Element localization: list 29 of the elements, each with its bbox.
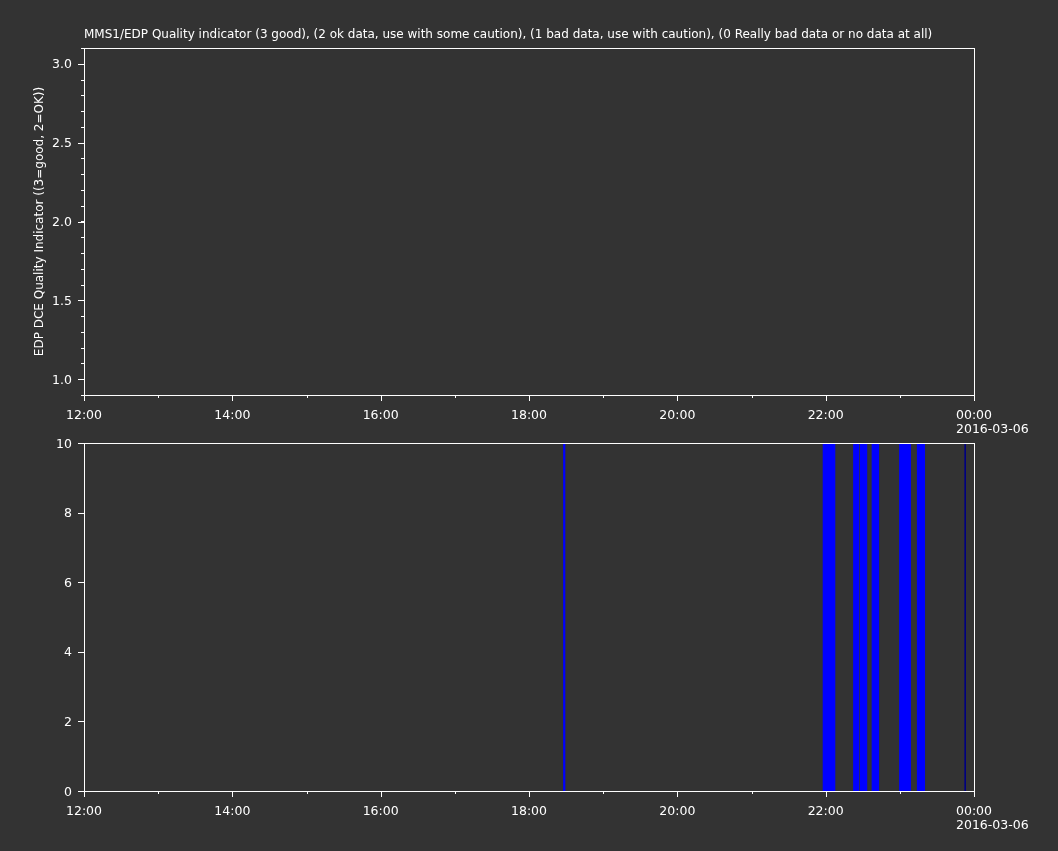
x-tick-label: 12:00 — [66, 803, 102, 818]
x-tick-label: 18:00 — [511, 803, 547, 818]
y-tick-label: 10 — [56, 435, 72, 451]
y-tick-label: 4 — [64, 644, 72, 660]
x-tick-label: 20:00 — [659, 803, 696, 818]
x-tick-label: 14:00 — [214, 803, 251, 818]
x-tick-label: 22:00 — [807, 407, 844, 422]
y-tick-label: 2 — [64, 713, 72, 729]
x-tick-label: 14:00 — [214, 407, 251, 422]
y-axis-label: EDP DCE Quality Indicator ((3=good, 2=OK)) — [32, 86, 46, 357]
x-tick-label: 16:00 — [362, 803, 399, 818]
y-tick-label: 3.0 — [52, 56, 72, 72]
x-tick-label: 20:00 — [659, 407, 696, 422]
x-tick-label: 00:00 — [956, 407, 993, 422]
y-tick-label: 1.5 — [52, 292, 72, 308]
y-tick-label: 6 — [64, 574, 72, 590]
date-label: 2016-03-06 — [956, 817, 1029, 832]
x-tick-label: 00:00 — [956, 803, 993, 818]
x-tick-label: 18:00 — [511, 407, 547, 422]
y-tick-label: 0 — [64, 783, 72, 799]
y-tick-label: 2.0 — [52, 214, 72, 229]
x-tick-label: 12:00 — [66, 407, 102, 422]
x-tick-label: 16:00 — [362, 407, 399, 422]
y-tick-label: 1.0 — [52, 371, 72, 387]
y-tick-label: 8 — [64, 505, 72, 521]
y-tick-label: 2.5 — [52, 135, 72, 151]
date-label: 2016-03-06 — [956, 421, 1029, 436]
chart-title: MMS1/EDP Quality indicator (3 good), (2 ok data, use with some caution), (1 bad data, use with caution), (0 Really bad data or no data at all) — [84, 27, 933, 41]
x-tick-label: 22:00 — [807, 803, 844, 818]
